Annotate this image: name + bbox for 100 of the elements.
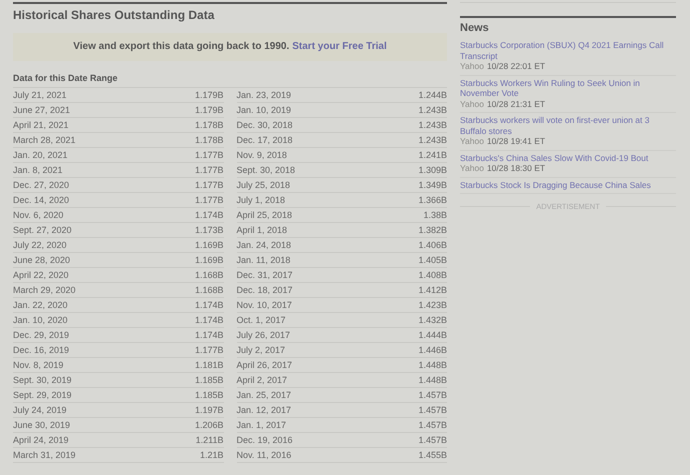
value-cell-text: 1.174B bbox=[194, 209, 224, 222]
value-cell-text: 1.174B bbox=[194, 299, 224, 312]
date-cell-text: July 1, 2018 bbox=[236, 194, 286, 207]
value-cell-text: 1.178B bbox=[194, 119, 224, 132]
value-cell-text: 1.179B bbox=[194, 104, 224, 117]
date-cell-text: Sept. 29, 2019 bbox=[13, 389, 72, 402]
value-cell-text: 1.408B bbox=[418, 269, 447, 282]
date-cell-text: Dec. 16, 2019 bbox=[13, 344, 70, 357]
value-cell-text: 1.178B bbox=[194, 134, 224, 147]
date-cell-text: July 21, 2021 bbox=[13, 89, 67, 102]
value-cell-text: 1.177B bbox=[194, 344, 224, 357]
value-cell-text: 1.181B bbox=[194, 359, 224, 372]
news-headline-link[interactable]: Starbucks workers will vote on first-ever union at 3 Buffalo stores bbox=[460, 115, 676, 136]
value-cell-text: 1.206B bbox=[194, 419, 224, 432]
date-cell-text: July 2, 2017 bbox=[236, 344, 286, 357]
news-source: Yahoo bbox=[460, 98, 484, 108]
date-cell-text: Dec. 17, 2018 bbox=[236, 134, 293, 147]
value-cell-text: 1.179B bbox=[194, 89, 224, 102]
date-cell-text: Dec. 27, 2020 bbox=[13, 179, 70, 192]
value-cell-text: 1.38B bbox=[423, 209, 447, 222]
table-caption: Data for this Date Range bbox=[13, 73, 447, 88]
value-cell-text: 1.185B bbox=[194, 374, 224, 387]
date-cell-text: April 26, 2017 bbox=[236, 359, 292, 372]
value-cell-text: 1.349B bbox=[418, 179, 447, 192]
value-cell-text: 1.448B bbox=[418, 359, 447, 372]
date-cell-text: Jan. 12, 2017 bbox=[236, 404, 292, 417]
date-cell-text: Jan. 24, 2018 bbox=[236, 239, 292, 252]
date-cell-text: Jan. 25, 2017 bbox=[236, 389, 292, 402]
date-cell-text: April 21, 2021 bbox=[13, 119, 69, 132]
value-cell-text: 1.455B bbox=[418, 449, 447, 462]
free-trial-link[interactable]: Start your Free Trial bbox=[292, 41, 387, 52]
date-cell-text: Jan. 1, 2017 bbox=[236, 419, 286, 432]
date-cell-text: April 22, 2020 bbox=[13, 269, 69, 282]
date-cell-text: Dec. 31, 2017 bbox=[236, 269, 293, 282]
date-cell-text: Nov. 9, 2018 bbox=[236, 149, 287, 162]
date-cell-text: Dec. 18, 2017 bbox=[236, 284, 293, 297]
date-cell-text: June 28, 2020 bbox=[13, 254, 70, 267]
date-cell-text: April 24, 2019 bbox=[13, 434, 69, 447]
value-cell-text: 1.177B bbox=[194, 149, 224, 162]
value-cell-text: 1.177B bbox=[194, 194, 224, 207]
value-cell-text: 1.243B bbox=[418, 134, 447, 147]
news-time: 10/28 22:01 ET bbox=[486, 61, 546, 71]
news-heading: News bbox=[460, 16, 676, 34]
section-title: Historical Shares Outstanding Data bbox=[13, 8, 216, 22]
date-cell-text: July 25, 2018 bbox=[236, 179, 290, 192]
value-cell-text: 1.169B bbox=[194, 254, 224, 267]
value-cell-text: 1.432B bbox=[418, 314, 447, 327]
value-cell-text: 1.241B bbox=[418, 149, 447, 162]
value-cell-text: 1.309B bbox=[418, 164, 447, 177]
value-cell-text: 1.406B bbox=[418, 239, 447, 252]
date-cell-text: June 27, 2021 bbox=[13, 104, 70, 117]
news-headline-link[interactable]: Starbucks Workers Win Ruling to Seek Union in November Vote bbox=[460, 78, 676, 98]
value-cell-text: 1.244B bbox=[418, 89, 447, 102]
date-cell-text: April 2, 2017 bbox=[236, 374, 288, 387]
value-cell-text: 1.197B bbox=[194, 404, 224, 417]
news-headline-link[interactable]: Starbucks Stock Is Dragging Because China Sales bbox=[460, 180, 676, 190]
value-cell-text: 1.457B bbox=[418, 404, 447, 417]
value-cell-text: 1.457B bbox=[418, 419, 447, 432]
news-headline-link[interactable]: Starbucks's China Sales Slow With Covid-19 Bout bbox=[460, 152, 676, 163]
news-source: Yahoo bbox=[460, 61, 484, 71]
news-time: 10/28 21:31 ET bbox=[486, 98, 546, 108]
value-cell-text: 1.173B bbox=[194, 224, 224, 237]
value-cell-text: 1.243B bbox=[418, 104, 447, 117]
date-cell-text: Nov. 10, 2017 bbox=[236, 299, 292, 312]
date-cell-text: June 30, 2019 bbox=[13, 419, 70, 432]
date-cell-text: Sept. 30, 2019 bbox=[13, 374, 72, 387]
date-cell-text: Nov. 11, 2016 bbox=[236, 449, 292, 462]
date-cell-text: Jan. 10, 2020 bbox=[13, 314, 68, 327]
date-cell-text: July 24, 2019 bbox=[13, 404, 67, 417]
date-cell-text: Dec. 30, 2018 bbox=[236, 119, 293, 132]
value-cell-text: 1.366B bbox=[418, 194, 447, 207]
news-time: 10/28 19:41 ET bbox=[486, 136, 546, 146]
date-cell-text: July 26, 2017 bbox=[236, 329, 290, 342]
value-cell-text: 1.382B bbox=[418, 224, 447, 237]
value-cell-text: 1.177B bbox=[194, 164, 224, 177]
date-cell-text: March 31, 2019 bbox=[13, 449, 76, 462]
value-cell-text: 1.444B bbox=[418, 329, 447, 342]
value-cell-text: 1.177B bbox=[194, 179, 224, 192]
value-cell-text: 1.448B bbox=[418, 374, 447, 387]
date-cell-text: July 22, 2020 bbox=[13, 239, 67, 252]
date-cell-text: Jan. 10, 2019 bbox=[236, 104, 292, 117]
value-cell-text: 1.185B bbox=[194, 389, 224, 402]
news-source: Yahoo bbox=[460, 163, 484, 173]
banner-text: View and export this data going back to 1990. bbox=[73, 41, 290, 52]
date-cell-text: Jan. 8, 2021 bbox=[13, 164, 63, 177]
value-cell-text: 1.412B bbox=[418, 284, 447, 297]
value-cell-text: 1.457B bbox=[418, 389, 447, 402]
date-cell-text: Dec. 14, 2020 bbox=[13, 194, 70, 207]
news-source: Yahoo bbox=[460, 136, 484, 146]
value-cell-text: 1.446B bbox=[418, 344, 447, 357]
date-cell-text: Jan. 23, 2019 bbox=[236, 89, 292, 102]
date-cell-text: Dec. 29, 2019 bbox=[13, 329, 70, 342]
date-cell-text: Jan. 20, 2021 bbox=[13, 149, 68, 162]
date-cell-text: Sept. 30, 2018 bbox=[236, 164, 296, 177]
date-cell-text: Sept. 27, 2020 bbox=[13, 224, 72, 237]
value-cell-text: 1.21B bbox=[200, 449, 224, 462]
value-cell-text: 1.211B bbox=[196, 434, 224, 447]
news-headline-link[interactable]: Starbucks Corporation (SBUX) Q4 2021 Earnings Call Transcript bbox=[460, 40, 676, 61]
date-cell-text: Nov. 8, 2019 bbox=[13, 359, 64, 372]
value-cell-text: 1.168B bbox=[194, 269, 224, 282]
